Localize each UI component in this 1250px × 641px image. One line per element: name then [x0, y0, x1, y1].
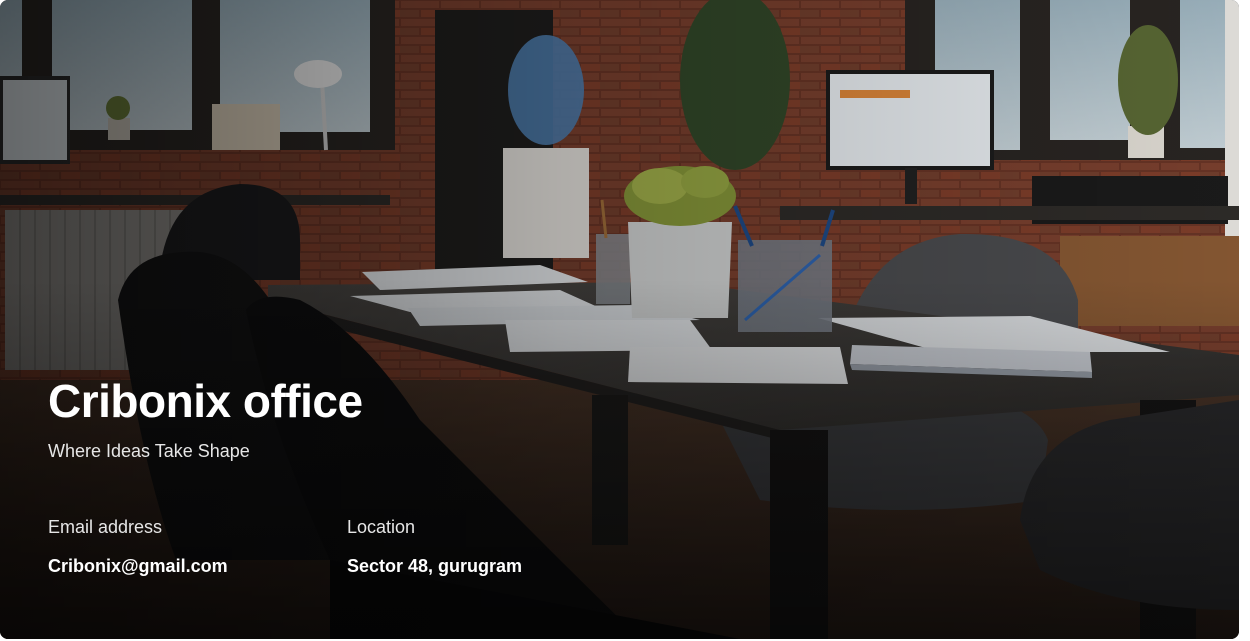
office-title: Cribonix office [48, 375, 363, 427]
email-label: Email address [48, 517, 163, 537]
location-label: Location [347, 517, 416, 537]
location-value: Sector 48, gurugram [347, 556, 523, 576]
office-hero-card: Cribonix office Where Ideas Take Shape E… [0, 0, 1239, 639]
office-tagline: Where Ideas Take Shape [48, 441, 250, 461]
email-value: Cribonix@gmail.com [48, 556, 228, 576]
